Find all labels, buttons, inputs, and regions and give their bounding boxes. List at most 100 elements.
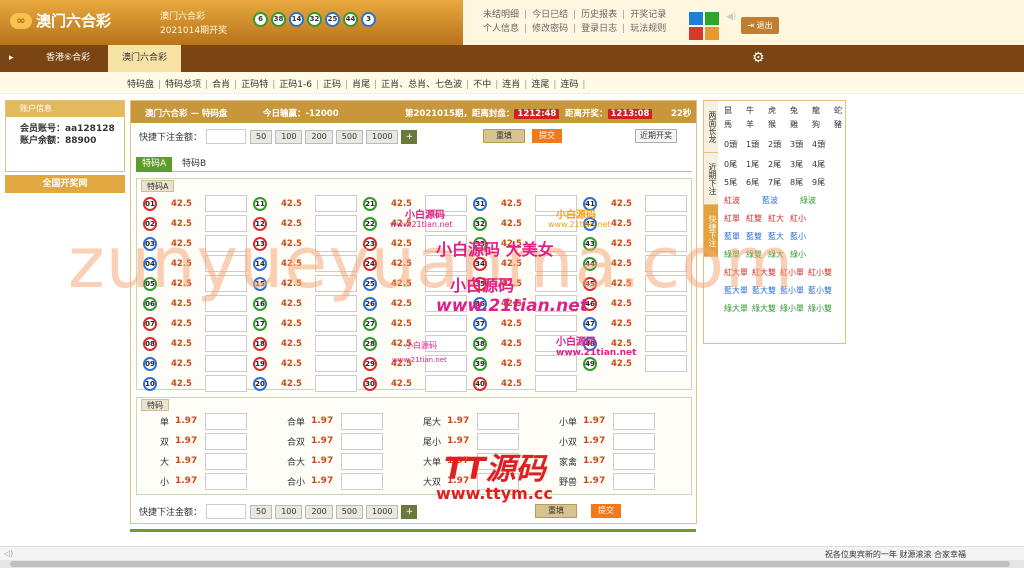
number-ball[interactable]: 05 [143, 277, 157, 291]
header-link[interactable]: 修改密码 [532, 24, 568, 34]
extra-bet-input[interactable] [613, 412, 655, 430]
bet-amount-input[interactable] [315, 375, 357, 392]
number-ball[interactable]: 20 [253, 377, 267, 391]
quick-pick-item[interactable]: 豬 [834, 119, 856, 130]
number-ball[interactable]: 15 [253, 277, 267, 291]
quick-amount-button[interactable]: 100 [275, 129, 303, 144]
number-ball[interactable]: 35 [473, 277, 487, 291]
quick-amount-button[interactable]: 500 [335, 504, 364, 519]
quick-pick-item[interactable]: 紅大 [768, 213, 790, 224]
tab-two-sides[interactable]: 两面长龙 [704, 101, 718, 153]
quick-pick-item[interactable]: 綠小單 [780, 303, 808, 314]
extra-bet-input[interactable] [205, 412, 247, 430]
quick-pick-item[interactable]: 藍波 [762, 195, 800, 206]
bet-amount-input[interactable] [205, 335, 247, 352]
bet-amount-input[interactable] [315, 295, 357, 312]
number-ball[interactable]: 02 [143, 217, 157, 231]
theme-blue-button[interactable] [689, 12, 703, 25]
bet-amount-input[interactable] [205, 315, 247, 332]
bet-amount-input[interactable] [315, 335, 357, 352]
bet-type-link[interactable]: 特码盘 [127, 80, 154, 90]
quick-pick-item[interactable]: 9尾 [812, 177, 834, 188]
theme-green-button[interactable] [705, 12, 719, 25]
quick-pick-item[interactable]: 3尾 [790, 159, 812, 170]
bet-amount-input[interactable] [425, 375, 467, 392]
extra-bet-input[interactable] [341, 452, 383, 470]
quick-pick-item[interactable]: 猴 [768, 119, 790, 130]
bet-amount-input[interactable] [645, 335, 687, 352]
bet-amount-input[interactable] [315, 355, 357, 372]
bet-amount-input[interactable] [535, 235, 577, 252]
number-ball[interactable]: 21 [363, 197, 377, 211]
quick-pick-item[interactable]: 5尾 [724, 177, 746, 188]
quick-pick-item[interactable]: 0尾 [724, 159, 746, 170]
header-link[interactable]: 今日已结 [532, 10, 568, 20]
quick-amount-button[interactable]: 500 [335, 129, 364, 144]
scrollbar-thumb[interactable] [10, 561, 1010, 567]
quick-amount-button[interactable]: 200 [305, 129, 333, 144]
quick-pick-item[interactable]: 藍單 [724, 231, 746, 242]
quick-pick-item[interactable]: 6尾 [746, 177, 768, 188]
bet-amount-input[interactable] [645, 235, 687, 252]
number-ball[interactable]: 28 [363, 337, 377, 351]
nav-arrow-icon[interactable]: ▸ [9, 53, 14, 63]
number-ball[interactable]: 22 [363, 217, 377, 231]
quick-pick-item[interactable]: 4頭 [812, 139, 834, 150]
number-ball[interactable]: 16 [253, 297, 267, 311]
header-link[interactable]: 历史报表 [581, 10, 617, 20]
reset-button-bottom[interactable]: 重填 [535, 504, 577, 518]
extra-bet-input[interactable] [613, 472, 655, 490]
number-ball[interactable]: 31 [473, 197, 487, 211]
number-ball[interactable]: 40 [473, 377, 487, 391]
bet-amount-input[interactable] [425, 315, 467, 332]
extra-bet-input[interactable] [613, 452, 655, 470]
quick-pick-item[interactable]: 1頭 [746, 139, 768, 150]
number-ball[interactable]: 38 [473, 337, 487, 351]
quick-amount-button[interactable]: 1000 [366, 129, 399, 144]
national-lottery-button[interactable]: 全国开奖网 [5, 175, 125, 193]
number-ball[interactable]: 18 [253, 337, 267, 351]
bet-amount-input[interactable] [535, 375, 577, 392]
quick-pick-item[interactable]: 藍小單 [780, 285, 808, 296]
quick-pick-item[interactable]: 藍小雙 [808, 285, 836, 296]
bet-amount-input[interactable] [315, 235, 357, 252]
number-ball[interactable]: 42 [583, 217, 597, 231]
bet-amount-input[interactable] [535, 355, 577, 372]
bet-amount-input[interactable] [205, 255, 247, 272]
bet-amount-input[interactable] [425, 295, 467, 312]
quick-pick-item[interactable]: 紅小雙 [808, 267, 836, 278]
number-ball[interactable]: 17 [253, 317, 267, 331]
quick-pick-item[interactable]: 紅波 [724, 195, 762, 206]
header-link[interactable]: 开奖记录 [630, 10, 666, 20]
quick-pick-item[interactable]: 紅大單 [724, 267, 752, 278]
quick-pick-item[interactable]: 紅單 [724, 213, 746, 224]
bet-type-link[interactable]: 合肖 [212, 80, 230, 90]
tab-macau-lottery[interactable]: 澳门六合彩 [108, 45, 182, 72]
quick-pick-item[interactable]: 綠大單 [724, 303, 752, 314]
number-ball[interactable]: 32 [473, 217, 487, 231]
bet-amount-input[interactable] [645, 295, 687, 312]
extra-bet-input[interactable] [341, 432, 383, 450]
extra-bet-input[interactable] [477, 472, 519, 490]
number-ball[interactable]: 34 [473, 257, 487, 271]
horizontal-scrollbar[interactable] [0, 560, 1024, 568]
quick-pick-item[interactable]: 馬 [724, 119, 746, 130]
extra-bet-input[interactable] [341, 472, 383, 490]
extra-bet-input[interactable] [477, 432, 519, 450]
speaker-icon[interactable]: ◀) [726, 12, 736, 22]
bet-type-link[interactable]: 正肖、总肖、七色波 [381, 80, 462, 90]
speaker-icon-footer[interactable]: ◁) [4, 549, 13, 558]
number-ball[interactable]: 09 [143, 357, 157, 371]
bet-amount-input[interactable] [315, 255, 357, 272]
bet-amount-input[interactable] [205, 295, 247, 312]
header-link[interactable]: 玩法规则 [630, 24, 666, 34]
bet-amount-input[interactable] [645, 215, 687, 232]
logo[interactable]: ∞ 澳门六合彩 [10, 10, 111, 31]
quick-pick-item[interactable]: 鼠 [724, 105, 746, 116]
quick-pick-item[interactable]: 牛 [746, 105, 768, 116]
bet-amount-input[interactable] [205, 355, 247, 372]
recent-draws-button[interactable]: 近期开奖 [635, 129, 677, 143]
refresh-timer[interactable]: 22秒 [671, 107, 691, 119]
tab-quick-bet[interactable]: 快捷下注 [704, 205, 718, 257]
quick-pick-item[interactable]: 狗 [812, 119, 834, 130]
